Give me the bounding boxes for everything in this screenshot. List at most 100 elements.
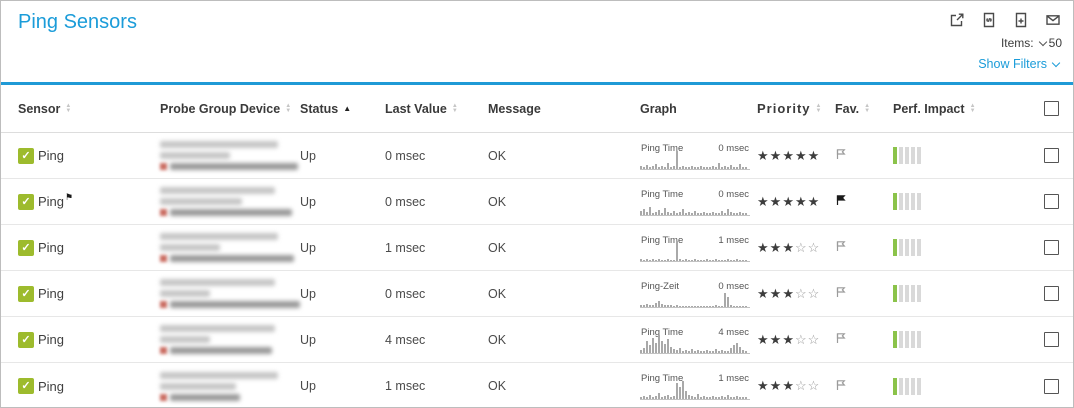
status-cell[interactable]: Up <box>300 195 385 209</box>
star-filled-icon[interactable]: ★ <box>757 332 770 347</box>
table-row: ✓ Ping ⚑ Up 0 msec OK Ping-Zeit 0 msec ★… <box>1 271 1073 317</box>
status-cell[interactable]: Up <box>300 379 385 393</box>
probe-group-device-cell[interactable] <box>160 368 300 405</box>
select-cell <box>1037 148 1073 163</box>
star-filled-icon[interactable]: ★ <box>770 286 783 301</box>
star-empty-icon[interactable]: ☆ <box>795 286 808 301</box>
select-all-checkbox[interactable] <box>1044 101 1059 116</box>
message-cell: OK <box>488 379 640 393</box>
probe-group-device-cell[interactable] <box>160 275 300 312</box>
mini-graph[interactable]: Ping Time 0 msec <box>640 142 750 170</box>
perf-impact-indicator <box>893 331 1037 348</box>
row-checkbox[interactable] <box>1044 379 1059 394</box>
favorite-flag-icon[interactable] <box>835 240 847 252</box>
export-xml-icon[interactable] <box>980 11 998 29</box>
star-empty-icon[interactable]: ☆ <box>795 240 808 255</box>
add-report-icon[interactable] <box>1012 11 1030 29</box>
mini-graph[interactable]: Ping Time 0 msec <box>640 188 750 216</box>
row-checkbox[interactable] <box>1044 240 1059 255</box>
star-filled-icon[interactable]: ★ <box>782 148 795 163</box>
favorite-flag-icon[interactable] <box>835 332 847 344</box>
email-icon[interactable] <box>1044 11 1062 29</box>
sensor-up-icon: ✓ <box>18 332 34 348</box>
open-in-new-window-icon[interactable] <box>948 11 966 29</box>
status-cell[interactable]: Up <box>300 241 385 255</box>
column-header-value[interactable]: Last Value▲▼ <box>385 102 488 116</box>
status-cell[interactable]: Up <box>300 333 385 347</box>
star-filled-icon[interactable]: ★ <box>757 378 770 393</box>
favorite-flag-icon[interactable] <box>835 148 847 160</box>
star-filled-icon[interactable]: ★ <box>782 286 795 301</box>
star-filled-icon[interactable]: ★ <box>757 286 770 301</box>
message-cell: OK <box>488 287 640 301</box>
star-filled-icon[interactable]: ★ <box>808 194 821 209</box>
star-empty-icon[interactable]: ☆ <box>808 286 821 301</box>
priority-stars[interactable]: ★★★☆☆ <box>757 378 835 394</box>
star-filled-icon[interactable]: ★ <box>770 332 783 347</box>
sensor-name-link[interactable]: Ping <box>38 240 64 255</box>
favorite-flag-icon[interactable] <box>835 379 847 391</box>
star-filled-icon[interactable]: ★ <box>757 148 770 163</box>
table-row: ✓ Ping ⚑ Up 4 msec OK Ping Time 4 msec ★… <box>1 317 1073 363</box>
column-header-device[interactable]: Probe Group Device▲▼ <box>160 102 300 116</box>
star-empty-icon[interactable]: ☆ <box>795 378 808 393</box>
column-header-fav[interactable]: Fav.▲▼ <box>835 102 893 116</box>
star-filled-icon[interactable]: ★ <box>808 148 821 163</box>
probe-group-device-cell[interactable] <box>160 183 300 220</box>
mini-graph-bars <box>640 235 750 261</box>
favorite-flag-icon[interactable] <box>835 286 847 298</box>
perf-impact-cell <box>893 378 1037 395</box>
star-filled-icon[interactable]: ★ <box>770 194 783 209</box>
mini-graph[interactable]: Ping Time 1 msec <box>640 372 750 400</box>
sensor-name-link[interactable]: Ping <box>38 332 64 347</box>
star-filled-icon[interactable]: ★ <box>782 194 795 209</box>
sensor-name-link[interactable]: Ping <box>38 379 64 394</box>
priority-stars[interactable]: ★★★★★ <box>757 194 835 210</box>
priority-stars[interactable]: ★★★☆☆ <box>757 240 835 256</box>
star-filled-icon[interactable]: ★ <box>782 240 795 255</box>
show-filters-link[interactable]: Show Filters <box>978 57 1062 71</box>
star-empty-icon[interactable]: ☆ <box>795 332 808 347</box>
row-checkbox[interactable] <box>1044 286 1059 301</box>
star-empty-icon[interactable]: ☆ <box>808 332 821 347</box>
star-filled-icon[interactable]: ★ <box>782 332 795 347</box>
row-checkbox[interactable] <box>1044 194 1059 209</box>
sort-ascending-icon: ▲ <box>343 105 351 113</box>
favorite-flag-icon[interactable] <box>835 194 847 206</box>
redacted-probe-name <box>160 372 278 379</box>
star-filled-icon[interactable]: ★ <box>782 378 795 393</box>
probe-group-device-cell[interactable] <box>160 321 300 358</box>
chevron-down-icon <box>1038 38 1046 46</box>
mini-graph[interactable]: Ping Time 1 msec <box>640 234 750 262</box>
status-cell[interactable]: Up <box>300 287 385 301</box>
probe-group-device-cell[interactable] <box>160 229 300 266</box>
star-filled-icon[interactable]: ★ <box>795 194 808 209</box>
sensor-name-link[interactable]: Ping <box>38 286 64 301</box>
probe-group-device-cell[interactable] <box>160 137 300 174</box>
sensor-name-link[interactable]: Ping <box>38 148 64 163</box>
priority-stars[interactable]: ★★★☆☆ <box>757 332 835 348</box>
column-header-perf[interactable]: Perf. Impact▲▼ <box>893 102 1037 116</box>
star-filled-icon[interactable]: ★ <box>770 240 783 255</box>
column-header-sensor[interactable]: Sensor▲▼ <box>18 102 160 116</box>
row-checkbox[interactable] <box>1044 332 1059 347</box>
column-header-priority[interactable]: Priority▲▼ <box>757 101 835 116</box>
star-filled-icon[interactable]: ★ <box>757 240 770 255</box>
column-header-status[interactable]: Status▲ <box>300 102 385 116</box>
mini-graph[interactable]: Ping-Zeit 0 msec <box>640 280 750 308</box>
priority-stars[interactable]: ★★★★★ <box>757 148 835 164</box>
star-empty-icon[interactable]: ☆ <box>808 378 821 393</box>
mini-graph[interactable]: Ping Time 4 msec <box>640 326 750 354</box>
items-per-page-control[interactable]: Items: 50 <box>1001 36 1062 50</box>
sensor-name-link[interactable]: Ping <box>38 194 64 209</box>
star-filled-icon[interactable]: ★ <box>757 194 770 209</box>
star-filled-icon[interactable]: ★ <box>770 148 783 163</box>
star-filled-icon[interactable]: ★ <box>770 378 783 393</box>
column-header-select[interactable] <box>1037 101 1073 116</box>
star-filled-icon[interactable]: ★ <box>795 148 808 163</box>
status-cell[interactable]: Up <box>300 149 385 163</box>
row-checkbox[interactable] <box>1044 148 1059 163</box>
priority-stars[interactable]: ★★★☆☆ <box>757 286 835 302</box>
star-empty-icon[interactable]: ☆ <box>808 240 821 255</box>
page-header: Ping Sensors <box>1 1 1073 82</box>
